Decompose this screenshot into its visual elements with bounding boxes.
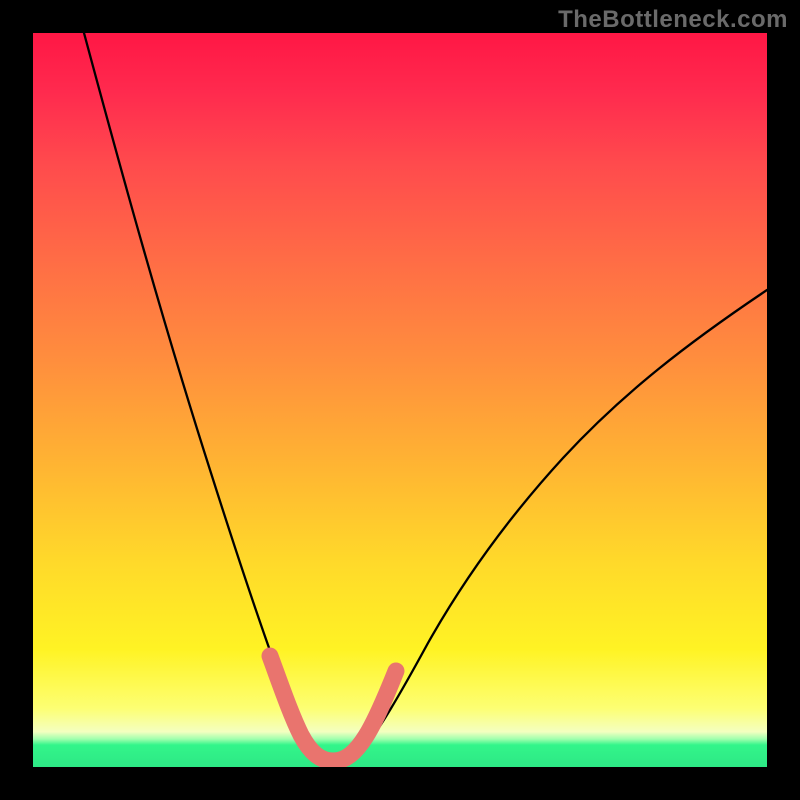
highlight-segment xyxy=(270,656,396,761)
chart-frame: TheBottleneck.com xyxy=(0,0,800,800)
watermark-text: TheBottleneck.com xyxy=(558,6,788,34)
plot-area xyxy=(33,33,767,767)
curve-layer xyxy=(33,33,767,767)
main-curve xyxy=(84,33,767,763)
